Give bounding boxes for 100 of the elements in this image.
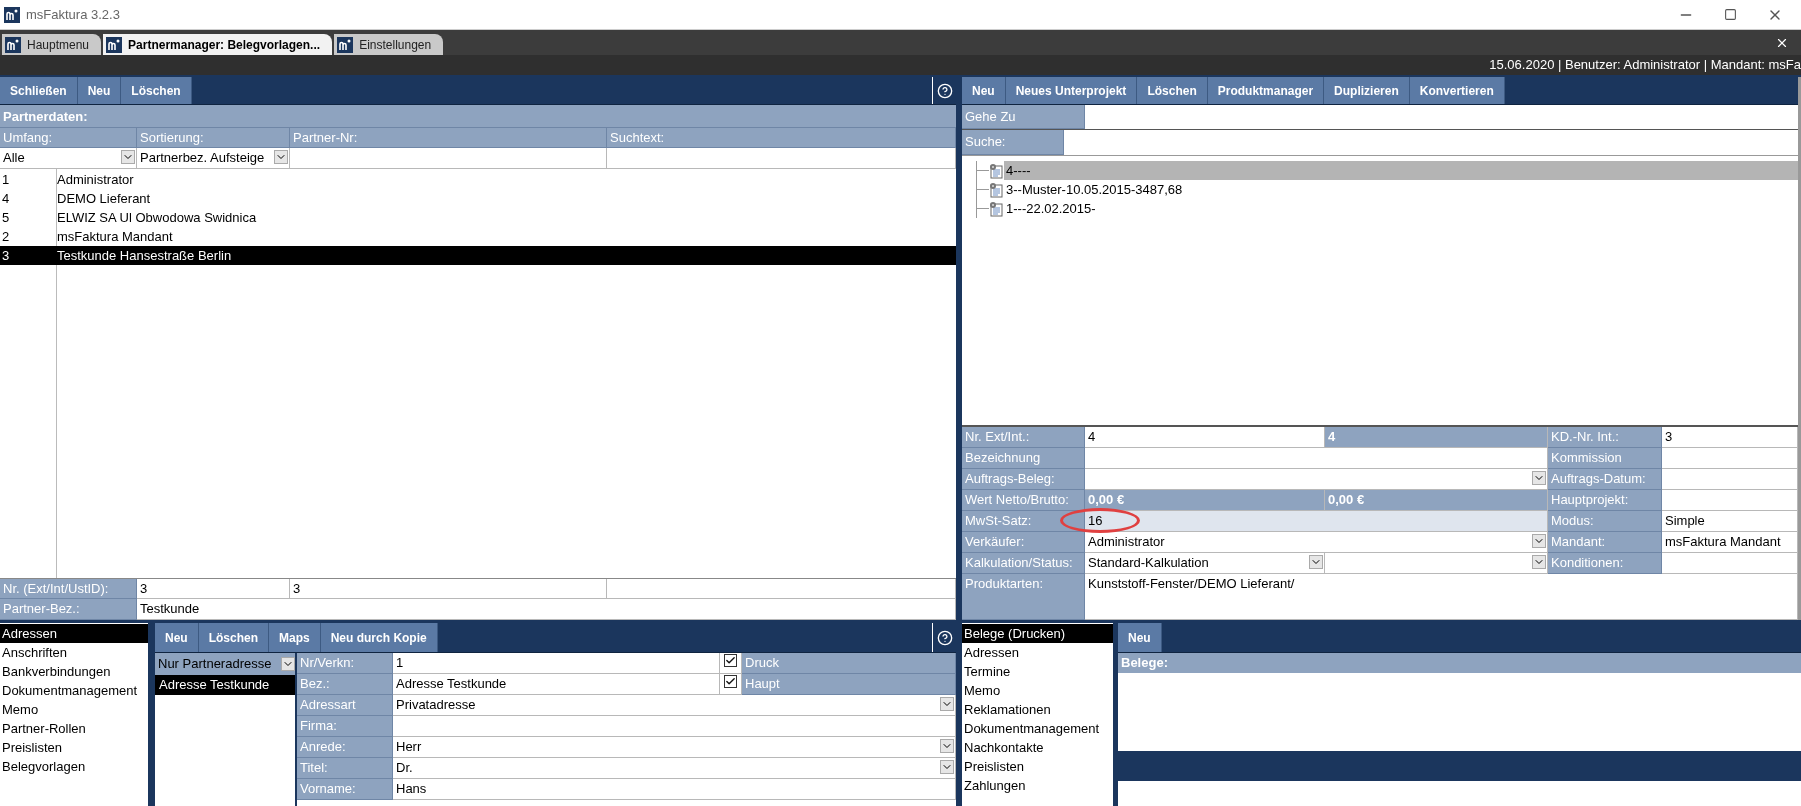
dropdown[interactable]: Dr. (393, 758, 956, 779)
toolbar-button[interactable]: Neu (155, 623, 199, 652)
toolbar-button[interactable]: Schließen (0, 77, 78, 104)
input-field[interactable]: Hans (393, 779, 956, 800)
caret-icon (940, 760, 954, 774)
toolbar-button[interactable]: Löschen (198, 623, 269, 652)
section-item[interactable]: Bankverbindungen (0, 662, 148, 681)
input-field[interactable]: 1 (393, 653, 720, 674)
checkbox[interactable] (724, 654, 737, 667)
section-item[interactable]: Adressen (962, 643, 1113, 662)
app-logo-icon (106, 36, 123, 53)
splitter-bar[interactable] (1113, 623, 1118, 806)
section-item[interactable]: Memo (0, 700, 148, 719)
input-field[interactable] (1662, 448, 1798, 469)
dropdown[interactable] (1325, 553, 1548, 574)
input-field[interactable] (1662, 490, 1798, 511)
caret-icon (1532, 471, 1546, 485)
app-logo-icon (337, 36, 354, 53)
section-item[interactable]: Partner-Rollen (0, 719, 148, 738)
toolbar-button[interactable]: Neu durch Kopie (320, 623, 438, 652)
input-field[interactable] (607, 579, 956, 599)
field-label: Kommission (1548, 448, 1662, 469)
toolbar-button[interactable]: Konvertieren (1409, 77, 1505, 104)
toolbar-button[interactable]: Produktmanager (1207, 77, 1325, 104)
section-item[interactable]: Reklamationen (962, 700, 1113, 719)
address-item[interactable]: Adresse Testkunde (155, 675, 295, 695)
input-field[interactable]: Adresse Testkunde (393, 674, 720, 695)
maximize-icon[interactable] (1724, 8, 1737, 21)
input-field[interactable]: 3 (137, 579, 290, 599)
section-item[interactable]: Memo (962, 681, 1113, 700)
help-button[interactable] (932, 623, 956, 652)
field-label: Partner-Nr: (290, 128, 607, 148)
toolbar-button[interactable]: Löschen (121, 77, 192, 104)
toolbar-button[interactable]: Duplizieren (1324, 77, 1410, 104)
tab[interactable]: Hauptmenu (2, 34, 102, 55)
partner-row[interactable]: 1 Administrator (0, 170, 956, 189)
dropdown[interactable]: Alle (0, 148, 137, 169)
partner-row[interactable]: 3 Testkunde Hansestraße Berlin (0, 246, 956, 265)
section-item[interactable]: Anschriften (0, 643, 148, 662)
tab[interactable]: Einstellungen (334, 34, 444, 55)
section-item[interactable]: Dokumentmanagement (962, 719, 1113, 738)
dropdown[interactable]: Administrator (1085, 532, 1548, 553)
section-item[interactable]: Adressen (0, 624, 148, 643)
tab[interactable]: Partnermanager: Belegvorlagen... (103, 34, 333, 55)
tree-item[interactable]: 3--Muster-10.05.2015-3487,68 (1004, 180, 1798, 199)
caret-icon (940, 739, 954, 753)
section-item[interactable]: Preislisten (0, 738, 148, 757)
section-item[interactable]: Nachkontakte (962, 738, 1113, 757)
app-logo-icon (5, 36, 21, 53)
input-field[interactable] (393, 716, 956, 737)
input-field[interactable] (1662, 469, 1798, 490)
input-field[interactable]: Kunststoff-Fenster/DEMO Lieferant/ (1085, 574, 1798, 620)
field-label: Konditionen: (1548, 553, 1662, 574)
tree-item[interactable]: 4---- (1004, 161, 1798, 180)
dropdown[interactable]: Partnerbez. Aufsteige (137, 148, 290, 169)
field-label: Bezeichnung (962, 448, 1085, 469)
dropdown[interactable] (1085, 469, 1548, 490)
dropdown[interactable]: Privatadresse (393, 695, 956, 716)
input-field[interactable] (290, 148, 607, 169)
toolbar-button[interactable]: Löschen (1137, 77, 1208, 104)
input-field[interactable] (1662, 553, 1798, 574)
toolbar-button[interactable]: Neu (1118, 623, 1162, 652)
input-field[interactable]: 16 (1085, 511, 1548, 532)
section-item[interactable]: Zahlungen (962, 776, 1113, 795)
input-field[interactable]: msFaktura Mandant (1662, 532, 1798, 553)
input-field[interactable] (1085, 448, 1548, 469)
field-label: Suche: (962, 130, 1064, 155)
splitter-bar[interactable] (148, 623, 155, 806)
field-label: Druck (742, 653, 956, 674)
input-field[interactable] (607, 148, 956, 169)
partner-row[interactable]: 4 DEMO Lieferant (0, 189, 956, 208)
section-item[interactable]: Belegvorlagen (0, 757, 148, 776)
field-label: Adressart (297, 695, 393, 716)
partner-row[interactable]: 5 ELWIZ SA Ul Obwodowa Swidnica (0, 208, 956, 227)
field-label: Hauptprojekt: (1548, 490, 1662, 511)
section-item[interactable]: Dokumentmanagement (0, 681, 148, 700)
toolbar-button[interactable]: Neu (77, 77, 122, 104)
toolbar-button[interactable]: Maps (269, 623, 321, 652)
close-icon[interactable] (1775, 36, 1789, 50)
input-field[interactable]: 3 (1662, 427, 1798, 448)
dropdown[interactable]: Herr (393, 737, 956, 758)
dropdown[interactable]: Standard-Kalkulation (1085, 553, 1325, 574)
toolbar-button[interactable]: Neues Unterprojekt (1005, 77, 1138, 104)
section-item[interactable]: Termine (962, 662, 1113, 681)
input-field[interactable]: 4 (1085, 427, 1325, 448)
field-label: Mandant: (1548, 532, 1662, 553)
toolbar-button[interactable]: Neu (962, 77, 1006, 104)
tree-item[interactable]: 1---22.02.2015- (1004, 199, 1798, 218)
section-item[interactable]: Belege (Drucken) (962, 624, 1113, 643)
section-item[interactable]: Preislisten (962, 757, 1113, 776)
input-field[interactable]: 3 (290, 579, 607, 599)
input-field[interactable]: Testkunde (137, 599, 956, 620)
partner-row[interactable]: 2 msFaktura Mandant (0, 227, 956, 246)
dropdown[interactable]: Nur Partneradresse (155, 653, 295, 675)
help-icon (936, 82, 953, 99)
field-label: Nr. (Ext/Int/UstID): (0, 579, 137, 599)
input-field[interactable]: Simple (1662, 511, 1798, 532)
checkbox[interactable] (724, 675, 737, 688)
caret-icon (121, 150, 135, 164)
help-button[interactable] (932, 77, 956, 104)
